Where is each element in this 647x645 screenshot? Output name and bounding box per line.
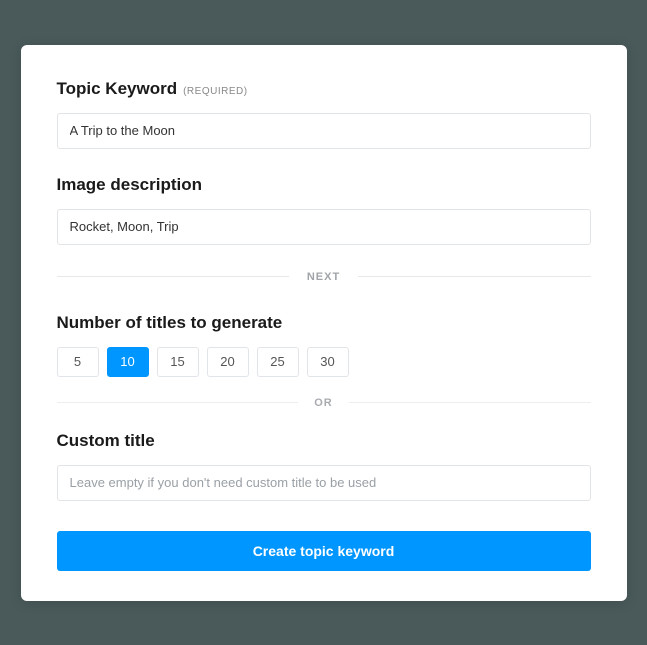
topic-keyword-group: Topic Keyword (REQUIRED) — [57, 79, 591, 149]
divider-line — [57, 276, 289, 277]
or-divider: OR — [57, 397, 591, 409]
titles-count-option-25[interactable]: 25 — [257, 347, 299, 377]
titles-count-option-15[interactable]: 15 — [157, 347, 199, 377]
form-card: Topic Keyword (REQUIRED) Image descripti… — [21, 45, 627, 601]
custom-title-input[interactable] — [57, 465, 591, 501]
custom-title-group: Custom title — [57, 431, 591, 501]
label-text: Number of titles to generate — [57, 313, 283, 333]
next-divider: NEXT — [57, 271, 591, 283]
titles-count-option-20[interactable]: 20 — [207, 347, 249, 377]
custom-title-label: Custom title — [57, 431, 591, 451]
divider-line — [57, 402, 299, 403]
titles-count-options: 5 10 15 20 25 30 — [57, 347, 591, 377]
divider-text: NEXT — [289, 271, 358, 283]
create-topic-keyword-button[interactable]: Create topic keyword — [57, 531, 591, 571]
divider-line — [358, 276, 590, 277]
required-tag: (REQUIRED) — [183, 86, 247, 97]
titles-count-label: Number of titles to generate — [57, 313, 591, 333]
titles-count-option-5[interactable]: 5 — [57, 347, 99, 377]
titles-count-option-30[interactable]: 30 — [307, 347, 349, 377]
image-description-label: Image description — [57, 175, 591, 195]
image-description-group: Image description — [57, 175, 591, 245]
topic-keyword-label: Topic Keyword (REQUIRED) — [57, 79, 591, 99]
or-text: OR — [298, 397, 349, 409]
label-text: Topic Keyword — [57, 79, 178, 99]
label-text: Image description — [57, 175, 202, 195]
topic-keyword-input[interactable] — [57, 113, 591, 149]
divider-line — [349, 402, 591, 403]
titles-count-group: Number of titles to generate 5 10 15 20 25 30 — [57, 313, 591, 377]
image-description-input[interactable] — [57, 209, 591, 245]
titles-count-option-10[interactable]: 10 — [107, 347, 149, 377]
label-text: Custom title — [57, 431, 155, 451]
